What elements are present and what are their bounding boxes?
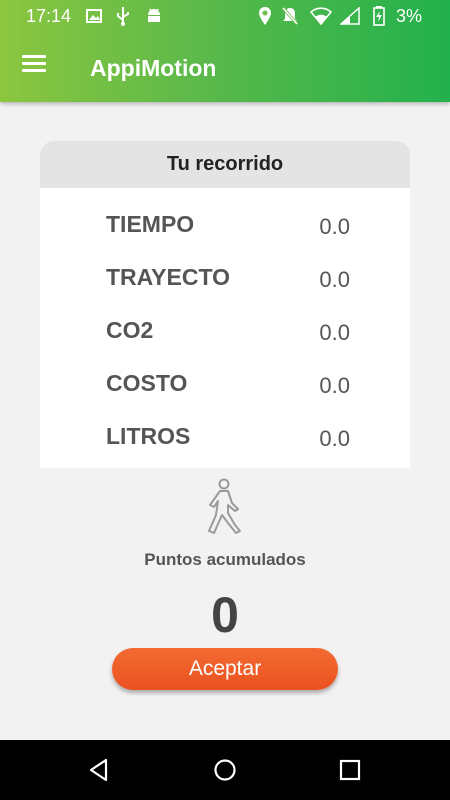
row-co2: CO2 0.0 bbox=[40, 309, 410, 349]
recents-icon[interactable] bbox=[336, 756, 364, 784]
hamburger-menu-icon[interactable] bbox=[22, 55, 48, 75]
row-label: TIEMPO bbox=[106, 211, 195, 237]
row-value: 0.0 bbox=[319, 373, 350, 398]
trip-summary-card: Tu recorrido TIEMPO 0.0 TRAYECTO 0.0 CO2… bbox=[40, 141, 410, 468]
row-costo: COSTO 0.0 bbox=[40, 362, 410, 402]
back-icon[interactable] bbox=[86, 756, 114, 784]
row-label: TRAYECTO bbox=[106, 264, 230, 290]
row-value: 0.0 bbox=[319, 214, 350, 239]
location-icon bbox=[258, 6, 272, 26]
row-label: CO2 bbox=[106, 317, 154, 343]
points-label: Puntos acumulados bbox=[144, 550, 306, 569]
image-icon bbox=[86, 6, 102, 26]
card-title: Tu recorrido bbox=[40, 141, 410, 188]
row-litros: LITROS 0.0 bbox=[40, 415, 410, 455]
status-bar: 17:14 3% bbox=[0, 0, 450, 34]
accept-button[interactable]: Aceptar bbox=[112, 648, 338, 690]
status-time: 17:14 bbox=[26, 6, 72, 26]
points-value: 0 bbox=[211, 587, 239, 643]
android-icon bbox=[145, 6, 163, 26]
wifi-icon bbox=[310, 6, 332, 26]
row-trayecto: TRAYECTO 0.0 bbox=[40, 256, 410, 296]
walking-person-icon bbox=[202, 477, 244, 535]
row-label: COSTO bbox=[106, 370, 188, 396]
app-title: AppiMotion bbox=[90, 55, 217, 81]
row-value: 0.0 bbox=[319, 426, 350, 451]
row-value: 0.0 bbox=[319, 267, 350, 292]
signal-icon bbox=[340, 6, 360, 26]
mute-icon bbox=[281, 6, 299, 26]
home-icon[interactable] bbox=[211, 756, 239, 784]
row-value: 0.0 bbox=[319, 320, 350, 345]
battery-charging-icon bbox=[373, 6, 385, 26]
battery-percentage: 3% bbox=[395, 6, 422, 26]
row-tiempo: TIEMPO 0.0 bbox=[40, 203, 410, 243]
row-label: LITROS bbox=[106, 423, 191, 449]
usb-icon bbox=[116, 6, 130, 26]
navigation-bar bbox=[0, 740, 450, 800]
